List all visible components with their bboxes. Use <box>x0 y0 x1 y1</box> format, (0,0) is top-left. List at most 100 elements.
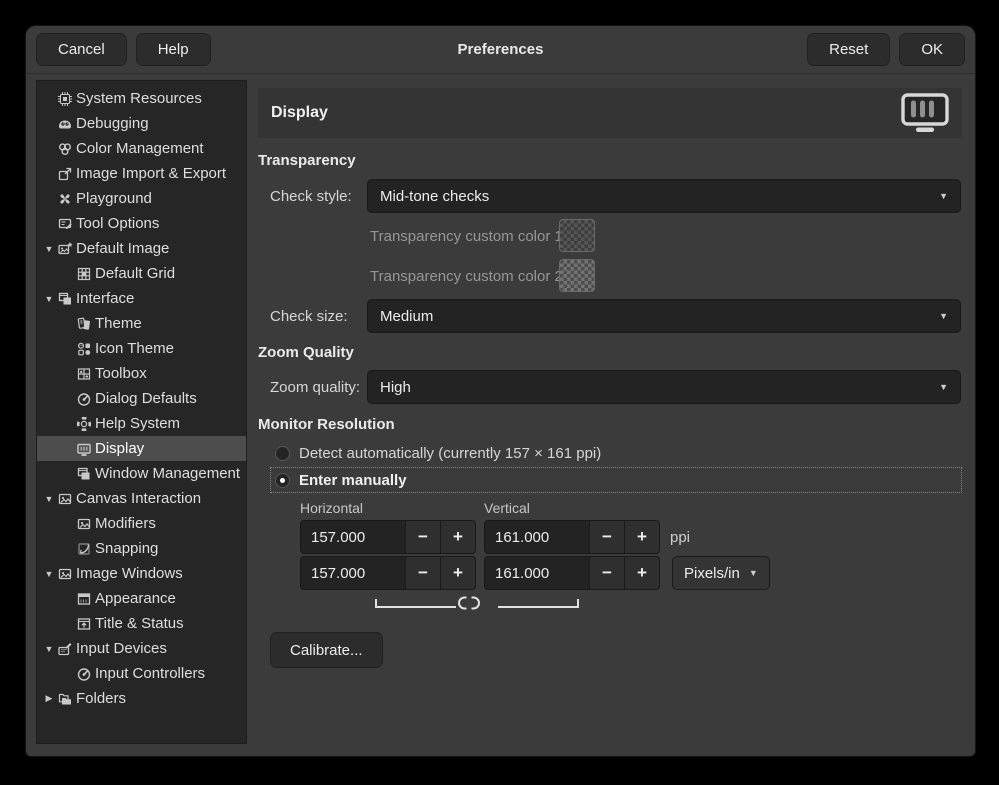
help-system-icon <box>75 416 92 432</box>
sidebar-item-label: Display <box>95 440 144 457</box>
sidebar-item-input-controllers[interactable]: Input Controllers <box>37 661 246 686</box>
folders-icon <box>56 691 73 707</box>
help-button[interactable]: Help <box>136 33 211 66</box>
decrement-button[interactable]: − <box>590 556 625 590</box>
icon-theme-icon <box>75 341 92 357</box>
chevron-down-icon[interactable]: ▼ <box>42 244 56 254</box>
check-size-value: Medium <box>380 308 433 325</box>
horizontal-unit-input[interactable] <box>300 556 406 590</box>
indent-spacer <box>56 523 75 524</box>
detect-automatically-option[interactable]: Detect automatically (currently 157 × 16… <box>275 442 601 464</box>
decrement-button[interactable]: − <box>406 556 441 590</box>
chevron-down-icon[interactable]: ▼ <box>42 494 56 504</box>
custom-color2-label: Transparency custom color 2 <box>370 259 563 293</box>
increment-button[interactable]: + <box>625 520 660 554</box>
sidebar-item-label: Interface <box>76 290 134 307</box>
custom-color2-swatch[interactable] <box>559 259 595 292</box>
sidebar-item-label: Icon Theme <box>95 340 174 357</box>
sidebar-list: System Resources DebuggingColor Managemen… <box>36 80 247 744</box>
decrement-button[interactable]: − <box>406 520 441 554</box>
indent-spacer <box>56 423 75 424</box>
indent-spacer <box>56 448 75 449</box>
chevron-down-icon[interactable]: ▼ <box>42 569 56 579</box>
title-status-icon <box>75 616 92 632</box>
desktop: { "colors":{ "window_bg":"#3b3b3b", "sid… <box>0 0 999 785</box>
sidebar-item-canvas-interaction[interactable]: ▼Canvas Interaction <box>37 486 246 511</box>
vertical-column-label: Vertical <box>484 500 530 516</box>
color-management-icon <box>56 141 73 157</box>
sidebar-item-label: System Resources <box>76 90 202 107</box>
sidebar-item-dialog-defaults[interactable]: Dialog Defaults <box>37 386 246 411</box>
horizontal-ppi-spinbox: − + <box>300 520 476 554</box>
sidebar-item-playground[interactable]: Playground <box>37 186 246 211</box>
sidebar-item-title-status[interactable]: Title & Status <box>37 611 246 636</box>
vertical-ppi-input[interactable] <box>484 520 590 554</box>
sidebar-item-label: Image Import & Export <box>76 165 226 182</box>
sidebar-item-tool-options[interactable]: Tool Options <box>37 211 246 236</box>
sidebar-item-image-import-export[interactable]: Image Import & Export <box>37 161 246 186</box>
increment-button[interactable]: + <box>441 556 476 590</box>
chevron-down-icon[interactable]: ▼ <box>42 644 56 654</box>
vertical-unit-input[interactable] <box>484 556 590 590</box>
sidebar-item-folders[interactable]: ▶ Folders <box>37 686 246 711</box>
decrement-button[interactable]: − <box>590 520 625 554</box>
radio-unchecked-icon[interactable] <box>275 446 290 461</box>
sidebar-item-appearance[interactable]: Appearance <box>37 586 246 611</box>
sidebar-item-image-windows[interactable]: ▼Image Windows <box>37 561 246 586</box>
broken-chain-icon[interactable] <box>457 595 481 611</box>
input-controllers-icon <box>75 666 92 682</box>
sidebar-item-snapping[interactable]: Snapping <box>37 536 246 561</box>
panel-header: Display <box>258 88 962 138</box>
theme-icon <box>75 316 92 332</box>
sidebar-item-help-system[interactable]: Help System <box>37 411 246 436</box>
sidebar-item-icon-theme[interactable]: Icon Theme <box>37 336 246 361</box>
chevron-down-icon[interactable]: ▼ <box>42 294 56 304</box>
indent-spacer <box>56 373 75 374</box>
input-devices-icon <box>56 641 73 657</box>
sidebar-item-debugging[interactable]: Debugging <box>37 111 246 136</box>
sidebar-item-modifiers[interactable]: Modifiers <box>37 511 246 536</box>
indent-spacer <box>56 548 75 549</box>
ok-button[interactable]: OK <box>899 33 965 66</box>
unit-selector-dropdown[interactable]: Pixels/in ▼ <box>672 556 770 590</box>
sidebar-item-theme[interactable]: Theme <box>37 311 246 336</box>
grid-icon <box>75 266 92 282</box>
sidebar-item-label: Folders <box>76 690 126 707</box>
display-settings-panel: Display Transparency Check style: Mid-to… <box>258 88 962 743</box>
calibrate-button[interactable]: Calibrate... <box>270 632 383 668</box>
canvas-interaction-icon <box>56 491 73 507</box>
sidebar-item-display[interactable]: Display <box>37 436 246 461</box>
sidebar-item-label: Playground <box>76 190 152 207</box>
increment-button[interactable]: + <box>625 556 660 590</box>
cancel-button[interactable]: Cancel <box>36 33 127 66</box>
check-style-value: Mid-tone checks <box>380 188 489 205</box>
sidebar-item-window-management[interactable]: Window Management <box>37 461 246 486</box>
horizontal-ppi-input[interactable] <box>300 520 406 554</box>
indent-spacer <box>56 473 75 474</box>
increment-button[interactable]: + <box>441 520 476 554</box>
radio-checked-icon[interactable] <box>275 473 290 488</box>
check-style-dropdown[interactable]: Mid-tone checks ▼ <box>367 179 961 213</box>
chevron-right-icon[interactable]: ▶ <box>42 693 56 704</box>
enter-manually-option[interactable]: Enter manually <box>270 467 962 493</box>
sidebar-item-label: Window Management <box>95 465 240 482</box>
sidebar-item-toolbox[interactable]: Toolbox <box>37 361 246 386</box>
custom-color1-swatch[interactable] <box>559 219 595 252</box>
reset-button[interactable]: Reset <box>807 33 890 66</box>
check-size-dropdown[interactable]: Medium ▼ <box>367 299 961 333</box>
sidebar-item-color-management[interactable]: Color Management <box>37 136 246 161</box>
zoom-quality-value: High <box>380 379 411 396</box>
sidebar-item-interface[interactable]: ▼ Interface <box>37 286 246 311</box>
sidebar-item-default-grid[interactable]: Default Grid <box>37 261 246 286</box>
horizontal-column-label: Horizontal <box>300 500 363 516</box>
interface-icon <box>56 291 73 307</box>
check-style-label: Check style: <box>270 179 352 213</box>
display-icon <box>75 441 92 457</box>
sidebar-item-label: Title & Status <box>95 615 184 632</box>
sidebar-item-input-devices[interactable]: ▼Input Devices <box>37 636 246 661</box>
sidebar-item-default-image[interactable]: ▼Default Image <box>37 236 246 261</box>
check-size-label: Check size: <box>270 299 348 333</box>
image-star-icon <box>56 241 73 257</box>
zoom-quality-dropdown[interactable]: High ▼ <box>367 370 961 404</box>
sidebar-item-system-resources[interactable]: System Resources <box>37 86 246 111</box>
